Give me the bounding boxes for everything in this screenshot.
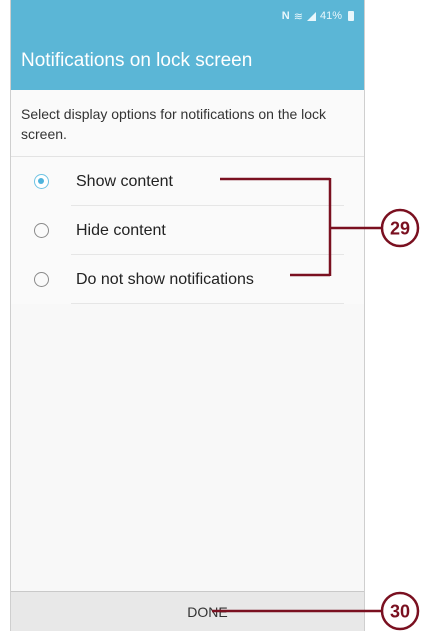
option-hide-content[interactable]: Hide content bbox=[11, 206, 364, 255]
option-label: Do not show notifications bbox=[76, 270, 254, 288]
option-do-not-show-notifications[interactable]: Do not show notifications bbox=[11, 255, 364, 304]
phone-screen: N ≋ 41% Notifications on lock screen Sel… bbox=[10, 0, 365, 631]
callout-badge-29 bbox=[380, 208, 420, 248]
callout-30-text: 30 bbox=[390, 602, 410, 622]
callout-badge-30 bbox=[380, 591, 420, 631]
wifi-icon: ≋ bbox=[293, 10, 303, 23]
battery-icon bbox=[348, 11, 354, 21]
option-label: Show content bbox=[76, 172, 173, 190]
signal-icon bbox=[306, 11, 316, 21]
done-label: DONE bbox=[187, 604, 228, 620]
page-title: Notifications on lock screen bbox=[21, 50, 253, 71]
nfc-icon: N bbox=[281, 10, 290, 22]
content-area: Select display options for notifications… bbox=[11, 90, 364, 304]
radio-selected-icon[interactable] bbox=[34, 174, 49, 189]
app-bar: Notifications on lock screen bbox=[11, 32, 364, 90]
done-button[interactable]: DONE bbox=[11, 591, 364, 631]
callout-29-text: 29 bbox=[390, 219, 410, 239]
battery-level: 41% bbox=[319, 10, 342, 22]
radio-unselected-icon[interactable] bbox=[34, 223, 49, 238]
status-bar: N ≋ 41% bbox=[11, 0, 364, 32]
description-text: Select display options for notifications… bbox=[11, 90, 364, 157]
option-show-content[interactable]: Show content bbox=[11, 157, 364, 206]
option-label: Hide content bbox=[76, 221, 166, 239]
options-list: Show content Hide content Do not show no… bbox=[11, 157, 364, 304]
radio-unselected-icon[interactable] bbox=[34, 272, 49, 287]
